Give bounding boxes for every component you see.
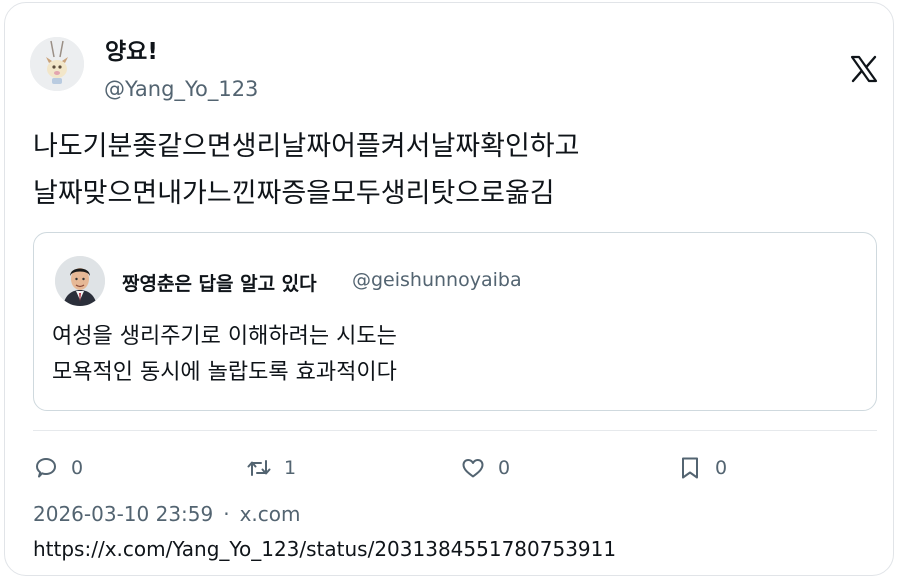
meta-separator: · <box>223 502 230 526</box>
tweet-card: 양요! @Yang_Yo_123 나도기분좆같으면생리날짜어플켜서날짜확인하고 … <box>4 2 894 576</box>
tweet-meta: 2026-03-10 23:59 · x.com <box>33 500 301 528</box>
reply-count: 0 <box>71 457 84 479</box>
retweet-icon <box>247 460 271 476</box>
divider <box>33 430 877 431</box>
like-icon <box>462 459 484 478</box>
quoted-avatar-image <box>55 256 105 306</box>
tweet-line: 날짜맞으면내가느낀짜증을모두생리탓으로옮김 <box>33 178 555 209</box>
reply-icon <box>36 458 56 478</box>
author-display-name[interactable]: 양요! <box>105 37 158 67</box>
tweet-line: 나도기분좆같으면생리날짜어플켜서날짜확인하고 <box>33 131 580 162</box>
quoted-text: 여성을 생리주기로 이해하려는 시도는 모욕적인 동시에 놀랍도록 효과적이다 <box>52 319 852 391</box>
author-handle[interactable]: @Yang_Yo_123 <box>104 75 258 103</box>
quoted-tweet[interactable]: 짱영춘은 답을 알고 있다 @geishunnoyaiba 여성을 생리주기로 … <box>33 232 877 411</box>
retweet-count: 1 <box>284 457 297 479</box>
bookmark-icon <box>682 457 698 479</box>
reply-button[interactable]: 0 <box>33 452 83 484</box>
quoted-line: 모욕적인 동시에 놀랍도록 효과적이다 <box>52 360 397 385</box>
author-avatar[interactable] <box>30 37 84 91</box>
quoted-display-name[interactable]: 짱영춘은 답을 알고 있다 <box>122 269 317 296</box>
x-logo-icon[interactable] <box>849 54 879 84</box>
like-button[interactable]: 0 <box>460 452 510 484</box>
avatar-image <box>30 37 84 91</box>
bookmark-count: 0 <box>715 457 728 479</box>
retweet-button[interactable]: 1 <box>246 452 296 484</box>
tweet-url[interactable]: https://x.com/Yang_Yo_123/status/2031384… <box>33 535 616 563</box>
source-link[interactable]: x.com <box>240 502 301 526</box>
timestamp[interactable]: 2026-03-10 23:59 <box>33 502 213 526</box>
tweet-text: 나도기분좆같으면생리날짜어플켜서날짜확인하고 날짜맞으면내가느낀짜증을모두생리탓… <box>33 123 873 217</box>
quoted-handle[interactable]: @geishunnoyaiba <box>352 269 522 291</box>
like-count: 0 <box>498 457 511 479</box>
quoted-author-avatar[interactable] <box>55 256 105 306</box>
bookmark-button[interactable]: 0 <box>677 452 727 484</box>
quoted-line: 여성을 생리주기로 이해하려는 시도는 <box>52 324 397 349</box>
